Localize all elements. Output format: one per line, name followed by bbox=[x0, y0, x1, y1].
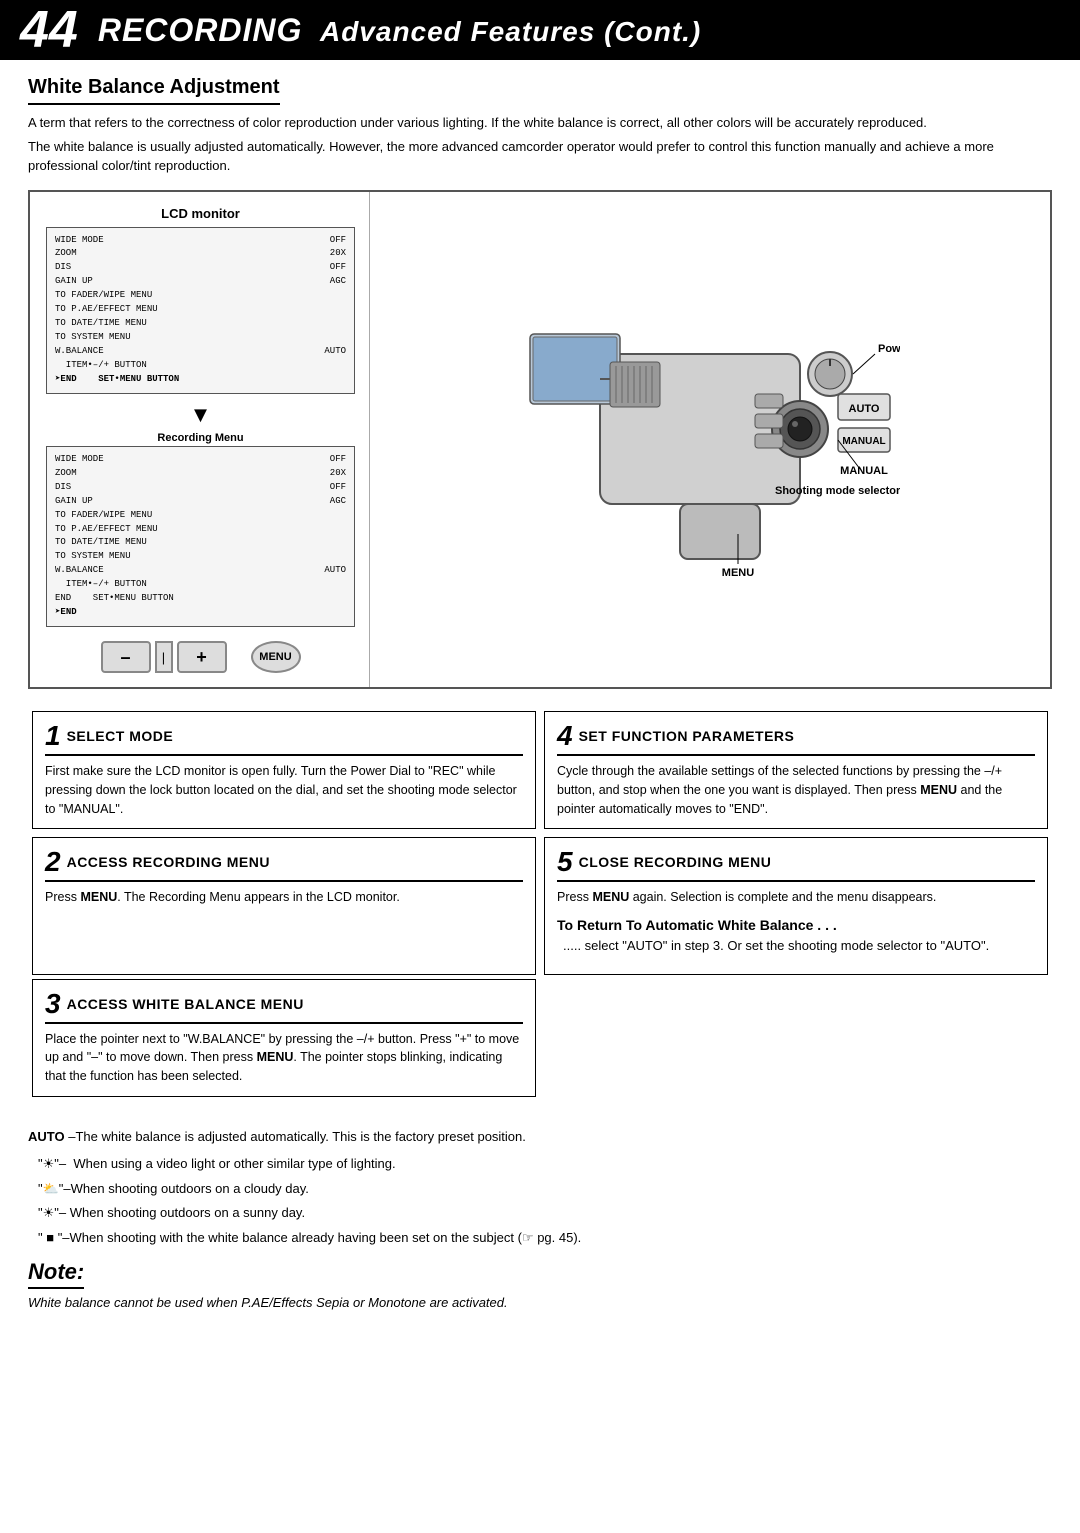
step-1-title: SELECT MODE bbox=[67, 728, 174, 744]
bullet-2: "⛅"–When shooting outdoors on a cloudy d… bbox=[38, 1179, 1052, 1199]
header-title: RECORDING Advanced Features (Cont.) bbox=[98, 12, 701, 49]
svg-text:AUTO: AUTO bbox=[849, 403, 880, 415]
note-title: Note: bbox=[28, 1259, 84, 1289]
step-3-title: ACCESS WHITE BALANCE MENU bbox=[67, 996, 304, 1012]
step-3-body: Place the pointer next to "W.BALANCE" by… bbox=[45, 1030, 523, 1086]
step-1-block: 1 SELECT MODE First make sure the LCD mo… bbox=[32, 711, 536, 829]
section-title: White Balance Adjustment bbox=[28, 76, 280, 105]
svg-text:MENU: MENU bbox=[722, 567, 754, 579]
steps-grid: 1 SELECT MODE First make sure the LCD mo… bbox=[28, 707, 1052, 1101]
step-3-header: 3 ACCESS WHITE BALANCE MENU bbox=[45, 990, 523, 1024]
step-5-num: 5 bbox=[557, 848, 573, 876]
intro-para-1: A term that refers to the correctness of… bbox=[28, 113, 1052, 133]
bottom-content: AUTO –The white balance is adjusted auto… bbox=[0, 1127, 1080, 1333]
bullet-4: " ■ "–When shooting with the white balan… bbox=[38, 1228, 1052, 1248]
svg-text:Shooting mode selector: Shooting mode selector bbox=[775, 485, 900, 497]
svg-text:MANUAL: MANUAL bbox=[840, 465, 888, 477]
note-title-text: Note: bbox=[28, 1259, 84, 1284]
note-section: Note: White balance cannot be used when … bbox=[28, 1259, 1052, 1313]
camcorder-illustration: AUTO MANUAL Power Dial Shooting mode sel… bbox=[520, 294, 900, 584]
auto-bold: AUTO bbox=[28, 1129, 65, 1144]
step-5-body: Press MENU again. Selection is complete … bbox=[557, 888, 1035, 955]
lcd-label: LCD monitor bbox=[46, 206, 355, 221]
pipe-button: | bbox=[155, 641, 173, 673]
step-3-block: 3 ACCESS WHITE BALANCE MENU Place the po… bbox=[32, 979, 536, 1097]
note-body: White balance cannot be used when P.AE/E… bbox=[28, 1293, 1052, 1313]
step-3-num: 3 bbox=[45, 990, 61, 1018]
bullet-items: "☀"– When using a video light or other s… bbox=[38, 1154, 1052, 1247]
page-number: 44 bbox=[20, 4, 78, 56]
step-5-header: 5 CLOSE RECORDING MENU bbox=[557, 848, 1035, 882]
step-4-body: Cycle through the available settings of … bbox=[557, 762, 1035, 818]
step-1-num: 1 bbox=[45, 722, 61, 750]
step-5-title: CLOSE RECORDING MENU bbox=[579, 854, 772, 870]
step-2-block: 2 ACCESS RECORDING MENU Press MENU. The … bbox=[32, 837, 536, 974]
diagram-box: LCD monitor WIDE MODEOFF ZOOM20X DISOFF … bbox=[28, 190, 1052, 690]
intro-para-2: The white balance is usually adjusted au… bbox=[28, 137, 1052, 176]
svg-text:Power Dial: Power Dial bbox=[878, 343, 900, 355]
step-4-block: 4 SET FUNCTION PARAMETERS Cycle through … bbox=[544, 711, 1048, 829]
intro-text: A term that refers to the correctness of… bbox=[28, 113, 1052, 176]
bullet-1: "☀"– When using a video light or other s… bbox=[38, 1154, 1052, 1174]
menu-box-1: WIDE MODEOFF ZOOM20X DISOFF GAIN UPAGC T… bbox=[46, 227, 355, 394]
step-1-body: First make sure the LCD monitor is open … bbox=[45, 762, 523, 818]
buttons-row: – | + MENU bbox=[46, 641, 355, 673]
to-return-body: ..... select "AUTO" in step 3. Or set th… bbox=[563, 936, 1035, 956]
page-header: 44 RECORDING Advanced Features (Cont.) bbox=[0, 0, 1080, 60]
arrow-down: ▼ bbox=[46, 402, 355, 428]
plus-button[interactable]: + bbox=[177, 641, 227, 673]
step-1-header: 1 SELECT MODE bbox=[45, 722, 523, 756]
minus-button[interactable]: – bbox=[101, 641, 151, 673]
auto-text: –The white balance is adjusted automatic… bbox=[68, 1129, 526, 1144]
recording-label: RECORDING bbox=[98, 12, 303, 48]
step-2-header: 2 ACCESS RECORDING MENU bbox=[45, 848, 523, 882]
auto-note: AUTO –The white balance is adjusted auto… bbox=[28, 1127, 1052, 1147]
diagram-right: AUTO MANUAL Power Dial Shooting mode sel… bbox=[370, 192, 1050, 688]
step-4-title: SET FUNCTION PARAMETERS bbox=[579, 728, 795, 744]
to-return-section: To Return To Automatic White Balance . .… bbox=[557, 915, 1035, 956]
menu-button-label: MENU bbox=[259, 651, 291, 663]
step-2-num: 2 bbox=[45, 848, 61, 876]
main-content: White Balance Adjustment A term that ref… bbox=[0, 60, 1080, 1127]
to-return-heading: To Return To Automatic White Balance . .… bbox=[557, 915, 1035, 936]
step-4-header: 4 SET FUNCTION PARAMETERS bbox=[557, 722, 1035, 756]
step-5-block: 5 CLOSE RECORDING MENU Press MENU again.… bbox=[544, 837, 1048, 974]
menu-button[interactable]: MENU bbox=[251, 641, 301, 673]
header-subtitle: Advanced Features (Cont.) bbox=[320, 16, 701, 47]
menu-box-2: WIDE MODEOFF ZOOM20X DISOFF GAIN UPAGC T… bbox=[46, 446, 355, 627]
svg-text:MANUAL: MANUAL bbox=[842, 436, 885, 447]
diagram-left: LCD monitor WIDE MODEOFF ZOOM20X DISOFF … bbox=[30, 192, 370, 688]
recording-menu-label: Recording Menu bbox=[46, 432, 355, 444]
step-4-num: 4 bbox=[557, 722, 573, 750]
bullet-3: "☀"– When shooting outdoors on a sunny d… bbox=[38, 1203, 1052, 1223]
step-2-body: Press MENU. The Recording Menu appears i… bbox=[45, 888, 523, 907]
step-2-title: ACCESS RECORDING MENU bbox=[67, 854, 270, 870]
